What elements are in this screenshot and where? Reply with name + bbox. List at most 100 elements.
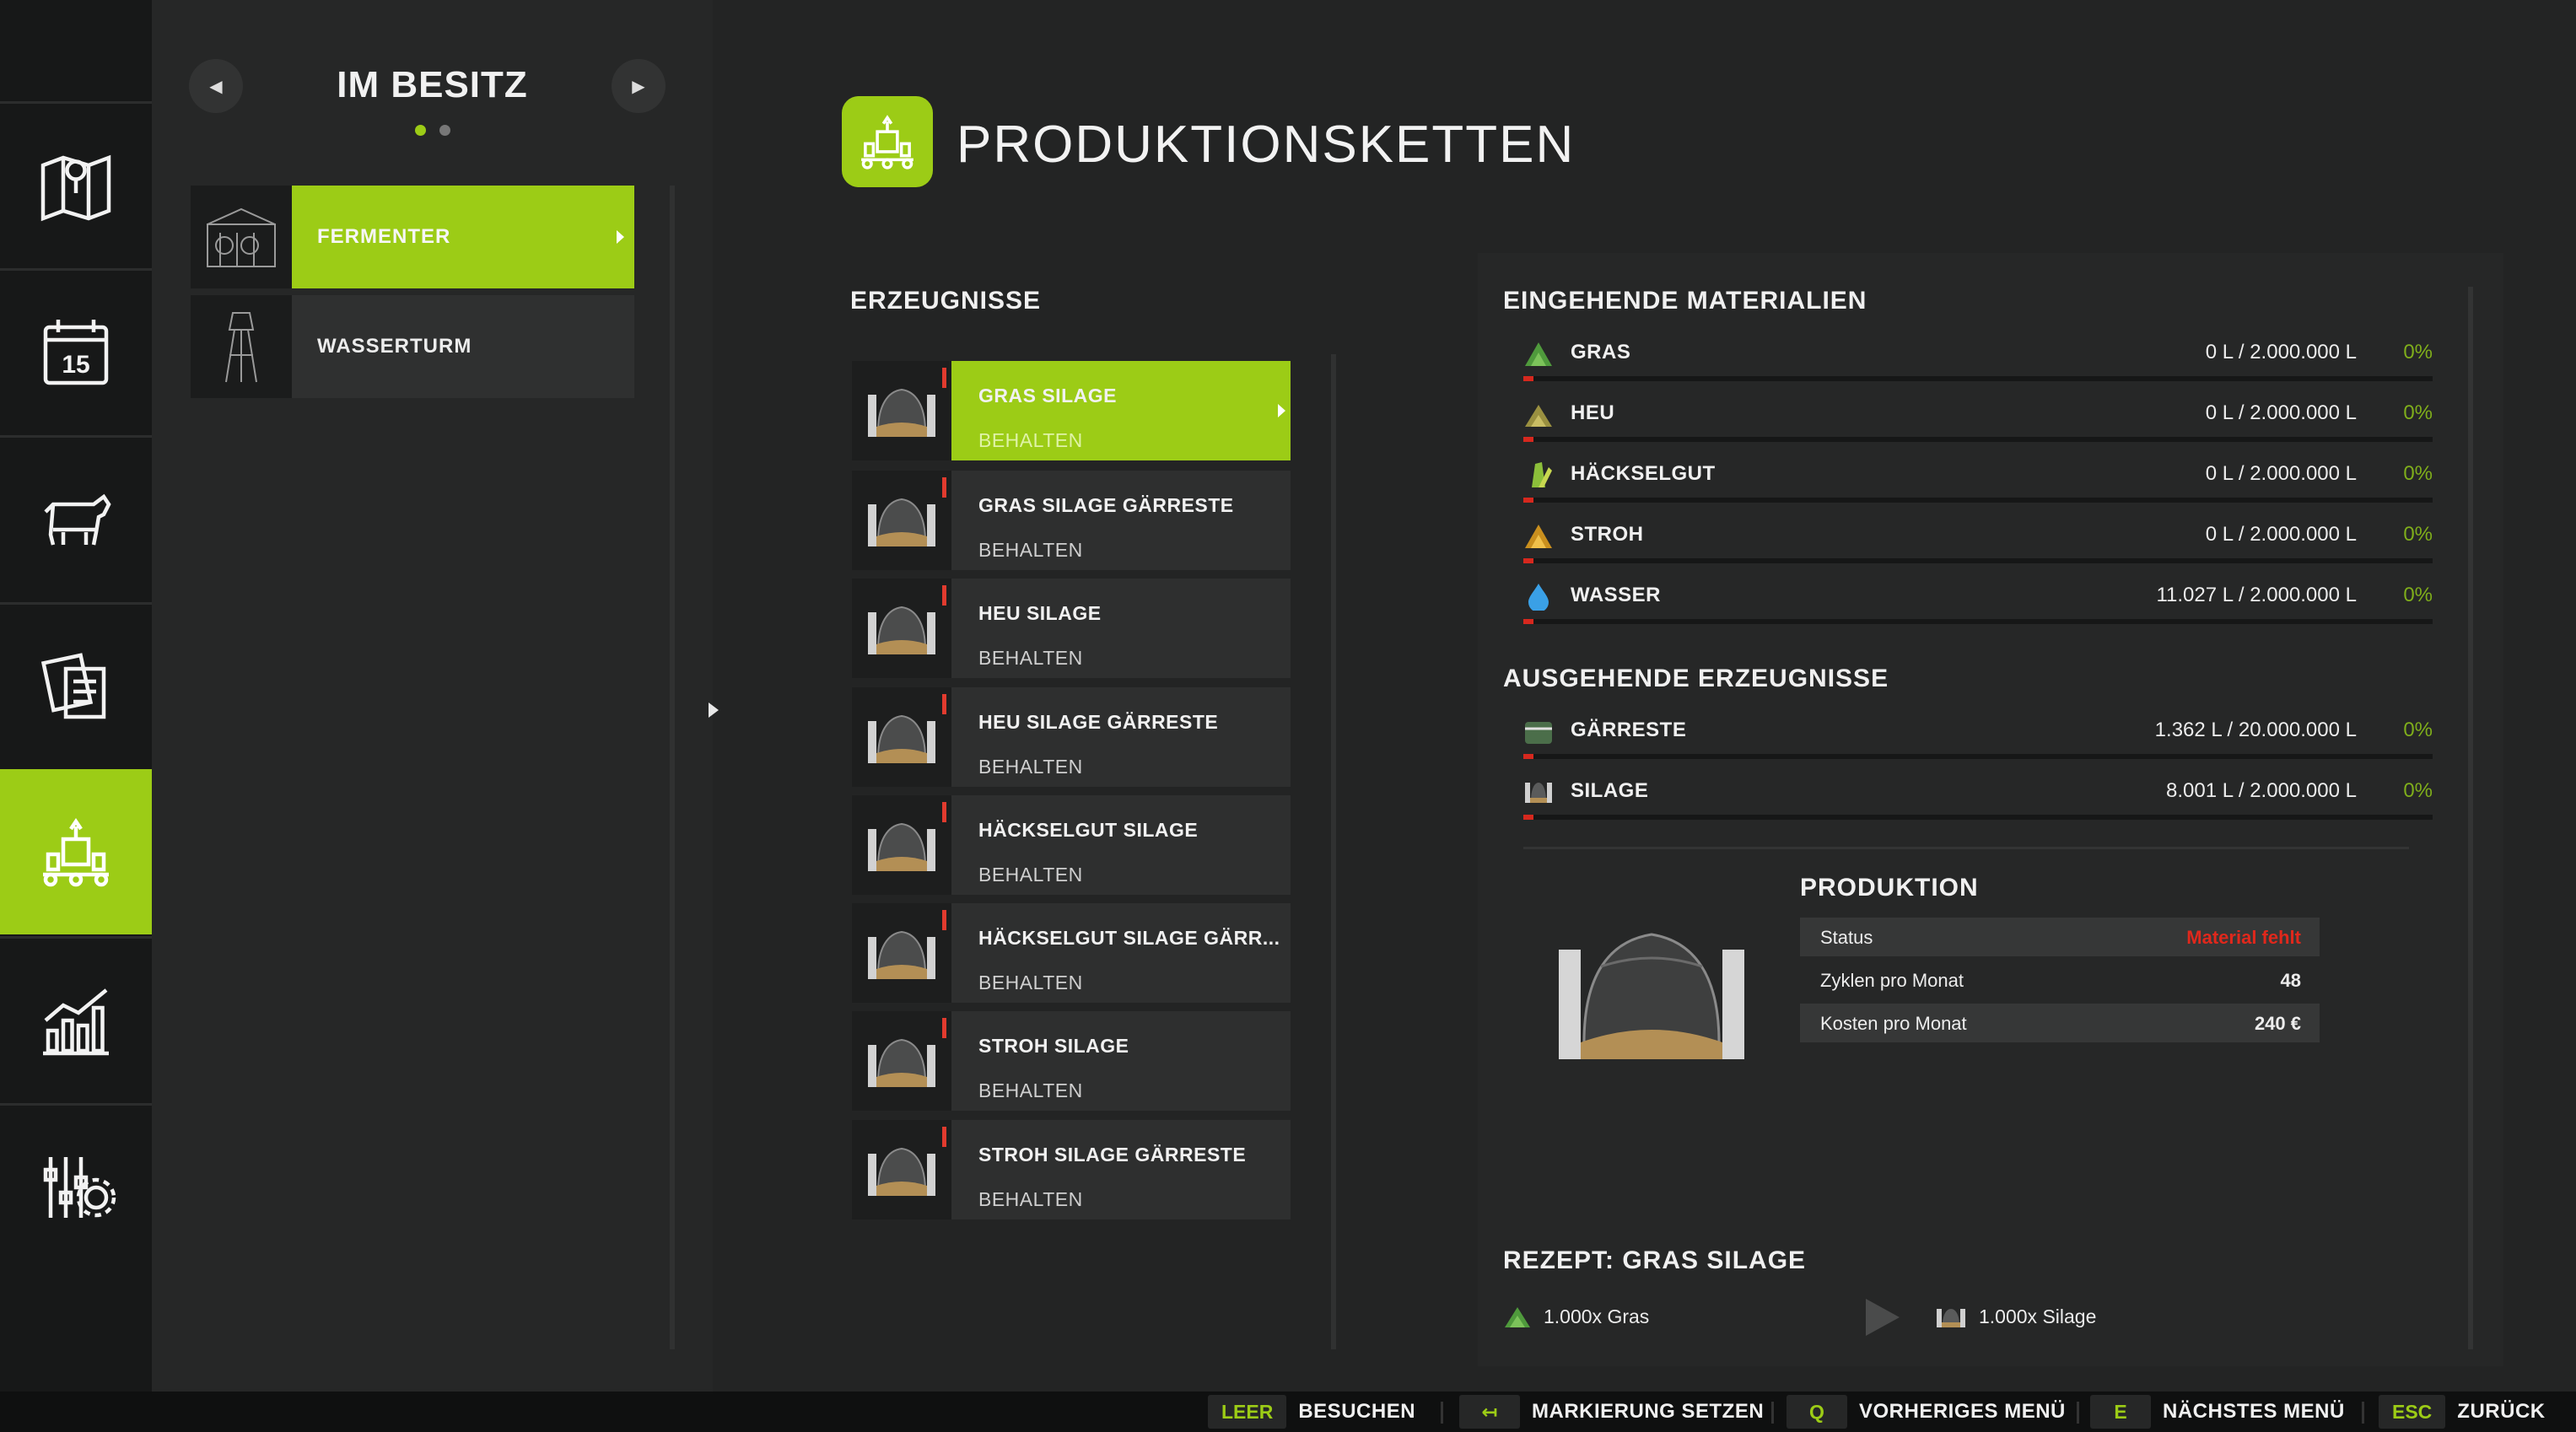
- product-thumbnail: [852, 1011, 951, 1111]
- hint-set-marker[interactable]: ↤ MARKIERUNG SETZEN: [1459, 1392, 1764, 1432]
- costs-value: 240 €: [2254, 1013, 2301, 1034]
- nav-production[interactable]: [0, 769, 167, 934]
- owned-scrollbar[interactable]: [670, 186, 675, 1349]
- svg-text:15: 15: [62, 351, 89, 379]
- product-item[interactable]: STROH SILAGE GÄRRESTE BEHALTEN: [852, 1120, 1291, 1219]
- material-fill: [1523, 754, 1533, 759]
- product-item[interactable]: HEU SILAGE GÄRRESTE BEHALTEN: [852, 687, 1291, 787]
- product-text: GRAS SILAGE BEHALTEN: [951, 361, 1291, 460]
- cycles-label: Zyklen pro Monat: [1820, 970, 1964, 991]
- warning-mark-icon: [942, 477, 946, 498]
- hint-previous-menu[interactable]: Q VORHERIGES MENÜ: [1786, 1392, 2066, 1432]
- grass-icon: [1525, 342, 1552, 366]
- product-mode: BEHALTEN: [978, 756, 1083, 778]
- production-header-icon: [842, 96, 933, 187]
- product-item[interactable]: HEU SILAGE BEHALTEN: [852, 579, 1291, 678]
- product-name: HÄCKSELGUT SILAGE GÄRR...: [978, 927, 1280, 949]
- status-label: Status: [1820, 927, 1873, 948]
- silage-icon: [868, 606, 935, 654]
- material-percent: 0%: [2403, 341, 2433, 363]
- product-thumbnail: [852, 687, 951, 787]
- owned-panel: ◀ IM BESITZ ▶ FERMENTER WASSERTURM: [152, 0, 713, 1392]
- hint-visit[interactable]: LEER BESUCHEN: [1208, 1392, 1415, 1432]
- product-mode: BEHALTEN: [978, 1079, 1083, 1101]
- page-dot-1[interactable]: [414, 125, 426, 136]
- nav-animals[interactable]: [0, 435, 152, 600]
- costs-row: Kosten pro Monat 240 €: [1800, 1004, 2320, 1042]
- warning-mark-icon: [942, 1018, 946, 1038]
- recipe-row: 1.000x Gras 1.000x Silage: [1503, 1299, 2178, 1336]
- products-scrollbar[interactable]: [1331, 354, 1336, 1349]
- material-amount: 0 L / 2.000.000 L: [2205, 462, 2357, 485]
- silage-icon: [1937, 1309, 1965, 1327]
- product-item[interactable]: GRAS SILAGE GÄRRESTE BEHALTEN: [852, 471, 1291, 570]
- grass-icon: [1505, 1307, 1530, 1327]
- owned-item-label: FERMENTER: [292, 186, 634, 288]
- key-badge: E: [2090, 1395, 2151, 1429]
- product-item[interactable]: STROH SILAGE BEHALTEN: [852, 1011, 1291, 1111]
- hint-separator: [1771, 1402, 1774, 1424]
- documents-icon: [40, 652, 106, 719]
- owned-item-fermenter[interactable]: FERMENTER: [191, 186, 634, 288]
- recipe-arrow-icon: [1866, 1299, 1900, 1336]
- page-dot-2[interactable]: [439, 125, 450, 136]
- silage-icon: [868, 930, 935, 979]
- arrow-right-icon: ▶: [632, 77, 645, 96]
- material-percent: 0%: [2403, 523, 2433, 546]
- product-text: STROH SILAGE GÄRRESTE BEHALTEN: [951, 1120, 1291, 1219]
- nav-statistics[interactable]: [0, 936, 152, 1101]
- nav-map[interactable]: [0, 101, 152, 266]
- hint-label: VORHERIGES MENÜ: [1859, 1400, 2066, 1423]
- silage-icon: [868, 714, 935, 763]
- material-row: HEU 0 L / 2.000.000 L 0%: [1523, 398, 2433, 449]
- recipe-input-text: 1.000x Gras: [1544, 1305, 1650, 1327]
- product-text: HEU SILAGE BEHALTEN: [951, 579, 1291, 678]
- section-divider: [1523, 847, 2409, 849]
- material-name: WASSER: [1571, 584, 1662, 606]
- silage-icon: [1525, 783, 1552, 803]
- product-name: HÄCKSELGUT SILAGE: [978, 819, 1199, 841]
- product-item[interactable]: HÄCKSELGUT SILAGE GÄRR... BEHALTEN: [852, 903, 1291, 1003]
- water-tower-icon: [225, 312, 257, 383]
- material-amount: 0 L / 2.000.000 L: [2205, 523, 2357, 546]
- product-name: STROH SILAGE GÄRRESTE: [978, 1144, 1247, 1166]
- nav-calendar[interactable]: 15: [0, 268, 152, 433]
- nav-contracts[interactable]: [0, 602, 152, 767]
- product-mode: BEHALTEN: [978, 1188, 1083, 1210]
- key-badge: ESC: [2379, 1395, 2446, 1429]
- collapse-panel-arrow-icon[interactable]: [709, 703, 719, 718]
- product-mode: BEHALTEN: [978, 539, 1083, 561]
- product-name: HEU SILAGE: [978, 602, 1102, 624]
- recipe-output-text: 1.000x Silage: [1979, 1305, 2097, 1327]
- recipe-input: 1.000x Gras: [1503, 1304, 1649, 1329]
- cycles-row: Zyklen pro Monat 48: [1800, 961, 2320, 999]
- products-title: ERZEUGNISSE: [850, 287, 1042, 315]
- key-badge: Q: [1786, 1395, 1847, 1429]
- product-text: GRAS SILAGE GÄRRESTE BEHALTEN: [951, 471, 1291, 570]
- owned-item-water-tower[interactable]: WASSERTURM: [191, 295, 634, 398]
- fermenter-icon: [207, 207, 276, 267]
- recipe-output: 1.000x Silage: [1935, 1304, 2096, 1329]
- warning-mark-icon: [942, 585, 946, 606]
- key-badge: ↤: [1459, 1395, 1520, 1429]
- hint-next-menu[interactable]: E NÄCHSTES MENÜ: [2090, 1392, 2345, 1432]
- warning-mark-icon: [942, 1127, 946, 1147]
- next-page-button[interactable]: ▶: [612, 59, 666, 113]
- warning-mark-icon: [942, 694, 946, 714]
- material-name: HEU: [1571, 401, 1615, 424]
- product-item[interactable]: GRAS SILAGE BEHALTEN: [852, 361, 1291, 460]
- hint-back[interactable]: ESC ZURÜCK: [2379, 1392, 2546, 1432]
- product-thumbnail: [852, 471, 951, 570]
- material-fill: [1523, 815, 1533, 820]
- product-item[interactable]: HÄCKSELGUT SILAGE BEHALTEN: [852, 795, 1291, 895]
- hint-label: ZURÜCK: [2457, 1400, 2546, 1423]
- details-scrollbar[interactable]: [2468, 287, 2473, 1349]
- hint-label: BESUCHEN: [1298, 1400, 1416, 1423]
- product-text: HÄCKSELGUT SILAGE BEHALTEN: [951, 795, 1291, 895]
- nav-settings[interactable]: [0, 1103, 152, 1268]
- product-name: GRAS SILAGE: [978, 385, 1117, 406]
- outgoing-title: AUSGEHENDE ERZEUGNISSE: [1503, 665, 1889, 692]
- material-percent: 0%: [2403, 462, 2433, 485]
- main-nav: 15: [0, 0, 167, 1392]
- calendar-icon: 15: [43, 319, 109, 385]
